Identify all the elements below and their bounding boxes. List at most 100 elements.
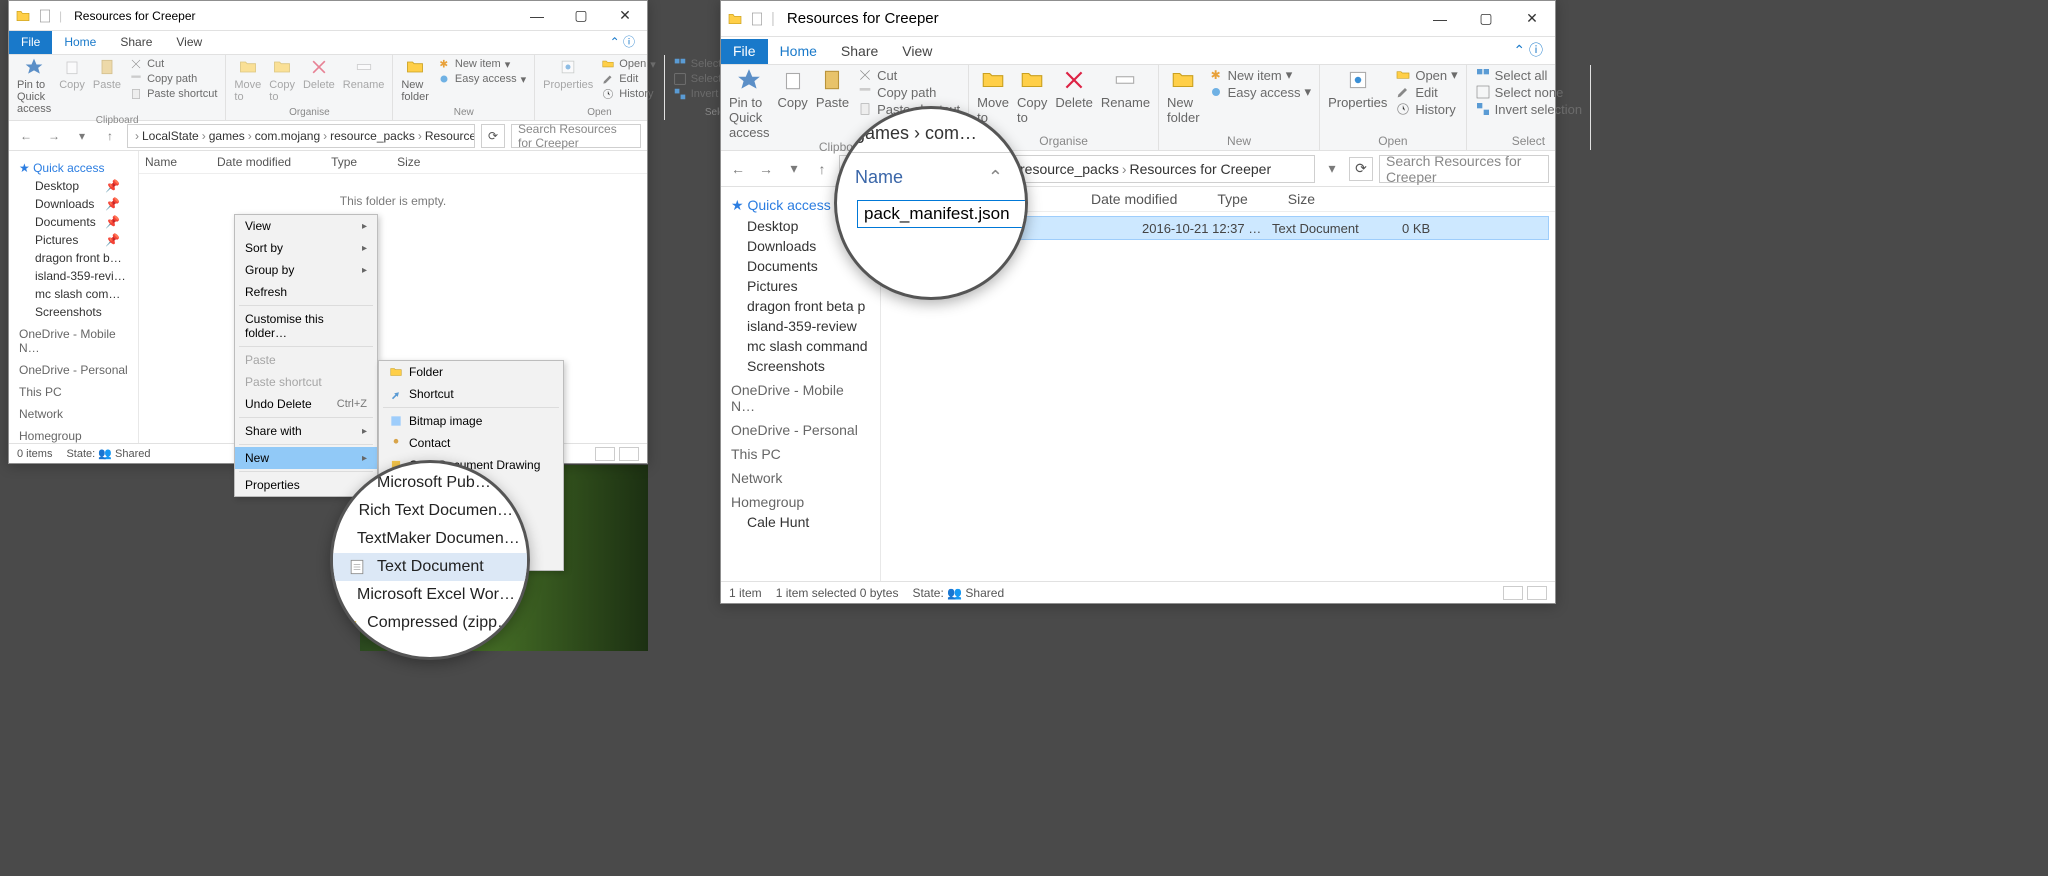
homegroup-item[interactable]: Homegroup — [9, 423, 138, 443]
close-button[interactable]: ✕ — [603, 1, 647, 31]
select-none-button[interactable]: Select none — [1475, 84, 1582, 100]
tab-home[interactable]: Home — [52, 31, 108, 54]
nav-back-button[interactable]: ← — [15, 125, 37, 147]
history-button[interactable]: History — [601, 87, 655, 101]
col-name[interactable]: Name — [145, 155, 177, 169]
pin-to-quick-access-button[interactable]: Pin to Quick access — [729, 67, 769, 140]
new-item-button[interactable]: ✱New item ▾ — [437, 57, 526, 71]
view-details-button[interactable] — [595, 447, 615, 461]
tab-file[interactable]: File — [721, 39, 768, 64]
minimize-button[interactable]: ― — [515, 1, 559, 31]
col-date[interactable]: Date modified — [217, 155, 291, 169]
rename-button[interactable]: Rename — [1101, 67, 1150, 110]
nav-forward-button[interactable]: → — [755, 158, 777, 180]
ctx-customise-folder[interactable]: Customise this folder… — [235, 308, 377, 344]
select-all-button[interactable]: Select all — [1475, 67, 1582, 83]
cut-button[interactable]: Cut — [129, 57, 217, 71]
crumb[interactable]: LocalState — [142, 129, 199, 143]
invert-selection-button[interactable]: Invert selection — [1475, 101, 1582, 117]
nav-up-button[interactable]: ↑ — [811, 158, 833, 180]
edit-button[interactable]: Edit — [1395, 84, 1457, 100]
crumb[interactable]: Resources for Creeper — [1130, 161, 1272, 177]
new-folder-button[interactable]: New folder — [1167, 67, 1200, 125]
context-menu[interactable]: View▸ Sort by▸ Group by▸ Refresh Customi… — [234, 214, 378, 497]
view-details-button[interactable] — [1503, 586, 1523, 600]
nav-pane[interactable]: ★ Quick access Desktop📌 Downloads📌 Docum… — [9, 151, 139, 443]
ctx-undo-delete[interactable]: Undo DeleteCtrl+Z — [235, 393, 377, 415]
maximize-button[interactable]: ▢ — [559, 1, 603, 31]
thispc-item[interactable]: This PC — [721, 440, 880, 464]
history-button[interactable]: History — [1395, 101, 1457, 117]
onedrive-item[interactable]: OneDrive - Personal — [9, 357, 138, 379]
copy-button[interactable]: Copy — [777, 67, 807, 110]
nav-item[interactable]: Documents📌 — [9, 213, 138, 231]
copy-to-button[interactable]: Copy to — [269, 57, 295, 103]
ctx-group-by[interactable]: Group by▸ — [235, 259, 377, 281]
new-item-button[interactable]: ✱New item ▾ — [1208, 67, 1312, 83]
titlebar[interactable]: | Resources for Creeper ― ▢ ✕ — [721, 1, 1555, 37]
zoom-item[interactable]: Microsoft Excel Wor… — [333, 581, 527, 609]
thispc-item[interactable]: This PC — [9, 379, 138, 401]
search-input[interactable]: Search Resources for Creeper — [1379, 155, 1549, 183]
zoom-item-text-document[interactable]: Text Document — [333, 553, 527, 581]
crumb[interactable]: games — [209, 129, 245, 143]
nav-item[interactable]: Pictures — [721, 276, 880, 296]
nav-item[interactable]: dragon front beta p — [721, 296, 880, 316]
paste-button[interactable]: Paste — [93, 57, 121, 91]
easy-access-button[interactable]: Easy access ▾ — [1208, 84, 1312, 100]
copy-path-button[interactable]: Copy path — [129, 72, 217, 86]
tab-view[interactable]: View — [164, 31, 214, 54]
easy-access-button[interactable]: Easy access ▾ — [437, 72, 526, 86]
titlebar[interactable]: | Resources for Creeper ― ▢ ✕ — [9, 1, 647, 31]
pin-to-quick-access-button[interactable]: Pin to Quick access — [17, 57, 51, 115]
nav-recent-button[interactable]: ▾ — [783, 158, 805, 180]
address-bar[interactable]: › LocalState› games› com.mojang› resourc… — [127, 124, 475, 148]
close-button[interactable]: ✕ — [1509, 1, 1555, 37]
nav-forward-button[interactable]: → — [43, 125, 65, 147]
refresh-button[interactable]: ⟳ — [1349, 157, 1373, 181]
search-input[interactable]: Search Resources for Creeper — [511, 124, 641, 148]
onedrive-item[interactable]: OneDrive - Personal — [721, 416, 880, 440]
move-to-button[interactable]: Move to — [234, 57, 261, 103]
col-type[interactable]: Type — [1217, 191, 1247, 207]
tab-share[interactable]: Share — [108, 31, 164, 54]
nav-item[interactable]: island-359-review — [721, 316, 880, 336]
open-button[interactable]: Open ▾ — [1395, 67, 1457, 83]
crumb[interactable]: Resources for Creeper — [425, 129, 475, 143]
onedrive-item[interactable]: OneDrive - Mobile N… — [721, 376, 880, 416]
crumb[interactable]: resource_packs — [330, 129, 415, 143]
ctx-share-with[interactable]: Share with▸ — [235, 420, 377, 442]
properties-button[interactable]: Properties — [543, 57, 593, 91]
nav-item[interactable]: mc slash command — [721, 336, 880, 356]
tab-home[interactable]: Home — [768, 39, 829, 64]
ctx-new[interactable]: New▸ — [235, 447, 377, 469]
maximize-button[interactable]: ▢ — [1463, 1, 1509, 37]
col-type[interactable]: Type — [331, 155, 357, 169]
homegroup-item[interactable]: Homegroup — [721, 488, 880, 512]
new-shortcut[interactable]: Shortcut — [379, 383, 563, 405]
nav-item[interactable]: dragon front beta p — [9, 249, 138, 267]
zoom-item[interactable]: Rich Text Documen… — [333, 497, 527, 525]
refresh-button[interactable]: ⟳ — [481, 124, 505, 148]
nav-user[interactable]: Cale Hunt — [721, 512, 880, 532]
nav-item[interactable]: Desktop📌 — [9, 177, 138, 195]
ctx-view[interactable]: View▸ — [235, 215, 377, 237]
tab-file[interactable]: File — [9, 31, 52, 54]
new-folder[interactable]: Folder — [379, 361, 563, 383]
nav-item[interactable]: Downloads📌 — [9, 195, 138, 213]
cut-button[interactable]: Cut — [857, 67, 960, 83]
quick-access-header[interactable]: ★ Quick access — [9, 155, 138, 177]
crumb[interactable]: resource_packs — [1020, 161, 1119, 177]
rename-input[interactable] — [857, 200, 1028, 228]
nav-item[interactable]: Pictures📌 — [9, 231, 138, 249]
open-button[interactable]: Open ▾ — [601, 57, 655, 71]
ctx-refresh[interactable]: Refresh — [235, 281, 377, 303]
delete-button[interactable]: Delete — [1055, 67, 1093, 110]
network-item[interactable]: Network — [9, 401, 138, 423]
properties-button[interactable]: Properties — [1328, 67, 1387, 110]
new-folder-button[interactable]: New folder — [401, 57, 429, 103]
move-to-button[interactable]: Move to — [977, 67, 1009, 125]
ribbon-help-icon[interactable]: ⌃ ⓘ — [1501, 36, 1555, 64]
ctx-sort-by[interactable]: Sort by▸ — [235, 237, 377, 259]
nav-item[interactable]: Screenshots — [9, 303, 138, 321]
